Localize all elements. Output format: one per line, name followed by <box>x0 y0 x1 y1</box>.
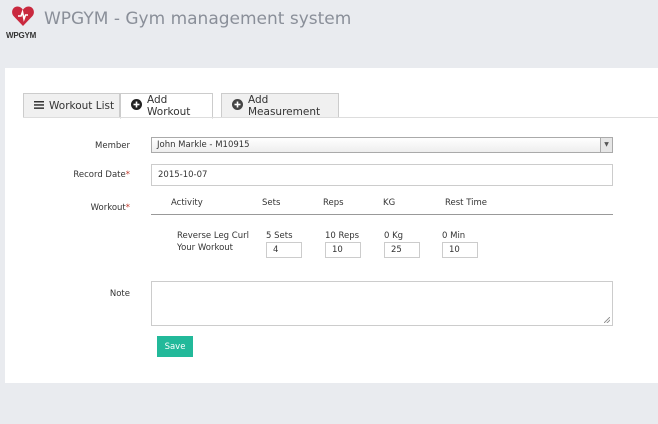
resize-grip-icon[interactable] <box>604 317 610 323</box>
wpgym-logo[interactable]: WPGYM <box>6 4 40 40</box>
tab-label: Workout List <box>49 99 115 112</box>
note-textarea[interactable] <box>151 281 613 326</box>
logo-text: WPGYM <box>6 31 37 40</box>
chevron-down-icon[interactable]: ▼ <box>600 138 612 152</box>
rest-input[interactable]: 10 <box>442 242 478 258</box>
required-mark: * <box>125 203 130 213</box>
note-label: Note <box>109 289 130 299</box>
table-header-divider <box>151 214 613 215</box>
tab-label: Add Workout <box>147 94 191 118</box>
col-activity: Activity <box>171 198 203 208</box>
save-button[interactable]: Save <box>157 336 193 357</box>
col-rest-time: Rest Time <box>445 198 488 208</box>
tab-add-workout[interactable]: Add Workout <box>120 93 213 119</box>
activity-name: Reverse Leg Curl <box>177 231 249 241</box>
col-reps: Reps <box>323 198 344 208</box>
list-icon <box>34 100 44 112</box>
main-panel: Workout List Add Workout Add Measurement… <box>5 68 658 383</box>
member-selected-value: John Markle - M10915 <box>157 140 250 150</box>
member-label: Member <box>95 141 130 151</box>
tab-label: Add Measurement <box>248 93 321 118</box>
workout-label: Workout* <box>90 203 130 213</box>
app-header: WPGYM WPGYM - Gym management system <box>0 0 658 54</box>
sets-input[interactable]: 4 <box>266 242 302 258</box>
kg-text: 0 Kg <box>384 231 404 241</box>
plus-circle-icon <box>131 99 142 113</box>
col-kg: KG <box>383 198 396 208</box>
rest-text: 0 Min <box>442 231 466 241</box>
sets-text: 5 Sets <box>266 231 293 241</box>
kg-input[interactable]: 25 <box>384 242 420 258</box>
required-mark: * <box>125 170 130 180</box>
heart-logo-icon <box>12 6 34 26</box>
col-sets: Sets <box>262 198 281 208</box>
reps-text: 10 Reps <box>325 231 360 241</box>
tab-divider <box>23 117 658 118</box>
activity-subtitle: Your Workout <box>177 243 233 253</box>
record-date-label: Record Date* <box>73 170 130 180</box>
member-select[interactable]: John Markle - M10915 ▼ <box>151 137 613 153</box>
plus-circle-icon <box>232 98 243 113</box>
app-title: WPGYM - Gym management system <box>44 9 352 29</box>
tab-add-measurement[interactable]: Add Measurement <box>221 93 339 118</box>
reps-input[interactable]: 10 <box>325 242 361 258</box>
tab-workout-list[interactable]: Workout List <box>23 93 120 118</box>
record-date-input[interactable]: 2015-10-07 <box>151 164 613 186</box>
